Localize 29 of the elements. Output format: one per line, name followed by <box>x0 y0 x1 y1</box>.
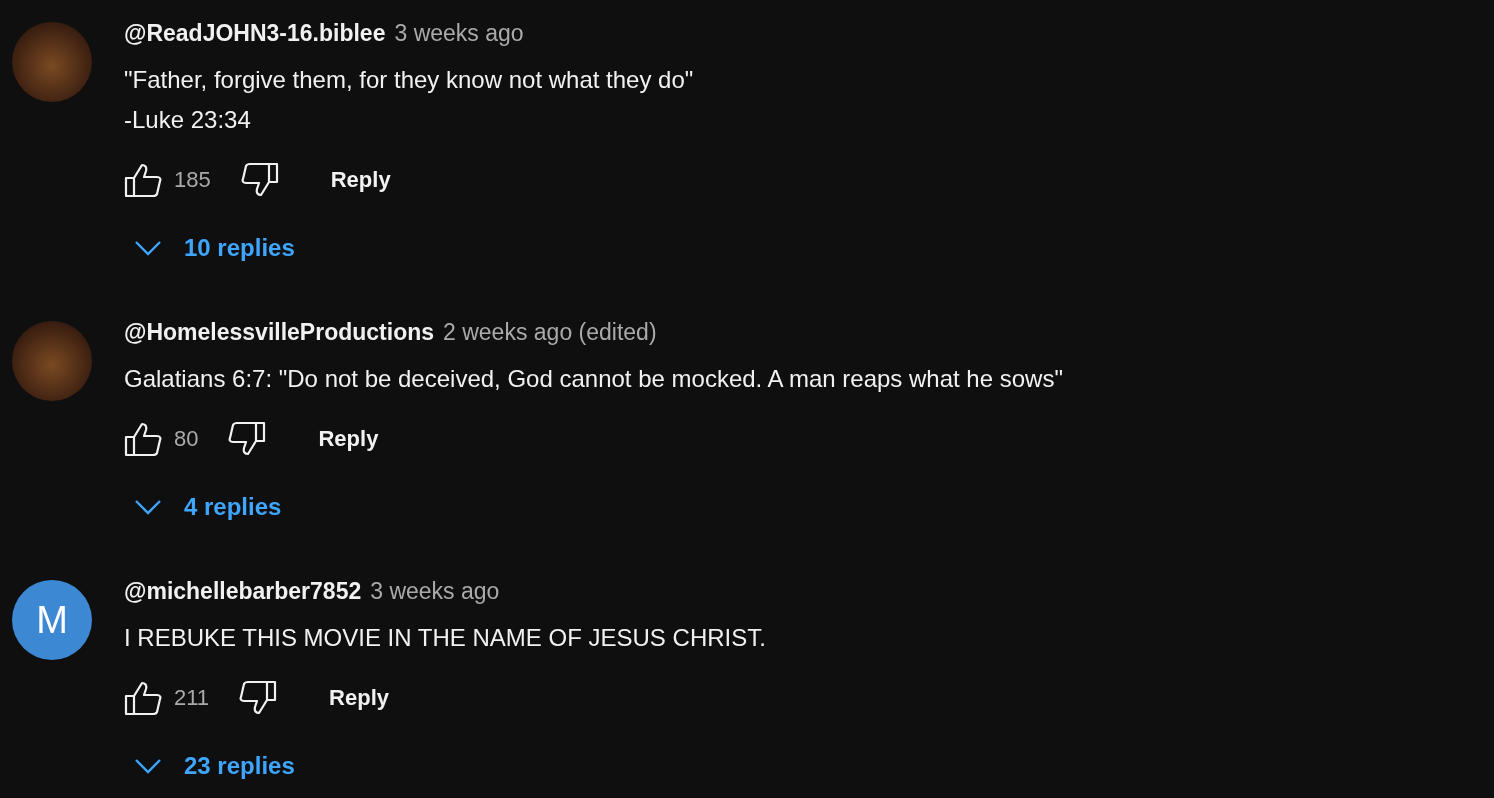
thumbs-up-icon[interactable] <box>124 420 162 458</box>
reply-button[interactable]: Reply <box>302 416 395 462</box>
replies-toggle[interactable]: 4 replies <box>124 483 292 531</box>
chevron-down-icon <box>134 758 162 774</box>
replies-toggle[interactable]: 23 replies <box>124 742 305 790</box>
comment-text: -Luke 23:34 <box>124 105 252 135</box>
author-name[interactable]: @michellebarber7852 <box>124 571 362 611</box>
comment-text: "Father, forgive them, for they know not what they do" <box>124 65 694 95</box>
thumbs-down-icon[interactable] <box>240 161 279 199</box>
thumbs-down-icon[interactable] <box>239 679 278 717</box>
like-count: 80 <box>174 426 199 452</box>
thumbs-up-icon[interactable] <box>124 679 162 717</box>
chevron-down-icon <box>134 499 162 515</box>
comment-time[interactable]: 3 weeks ago <box>370 571 500 611</box>
like-count: 185 <box>174 167 211 193</box>
comment-text: I REBUKE THIS MOVIE IN THE NAME OF JESUS CHRIST. <box>124 623 766 653</box>
comment-time[interactable]: 3 weeks ago <box>394 13 524 53</box>
reply-button[interactable]: Reply <box>313 675 405 721</box>
thumbs-down-icon[interactable] <box>228 420 267 458</box>
chevron-down-icon <box>134 240 162 256</box>
thumbs-up-icon[interactable] <box>124 161 162 199</box>
author-name[interactable]: @HomelessvilleProductions <box>124 312 435 352</box>
comment-text: Galatians 6:7: "Do not be deceived, God cannot be mocked. A man reaps what he sows" <box>124 364 1063 394</box>
author-name[interactable]: @ReadJOHN3-16.biblee <box>124 13 386 53</box>
reply-button[interactable]: Reply <box>314 157 407 203</box>
like-count: 211 <box>174 685 210 711</box>
replies-toggle[interactable]: 10 replies <box>124 224 305 272</box>
letter-avatar[interactable]: M <box>12 580 92 660</box>
comment-time[interactable]: 2 weeks ago (edited) <box>443 312 657 352</box>
